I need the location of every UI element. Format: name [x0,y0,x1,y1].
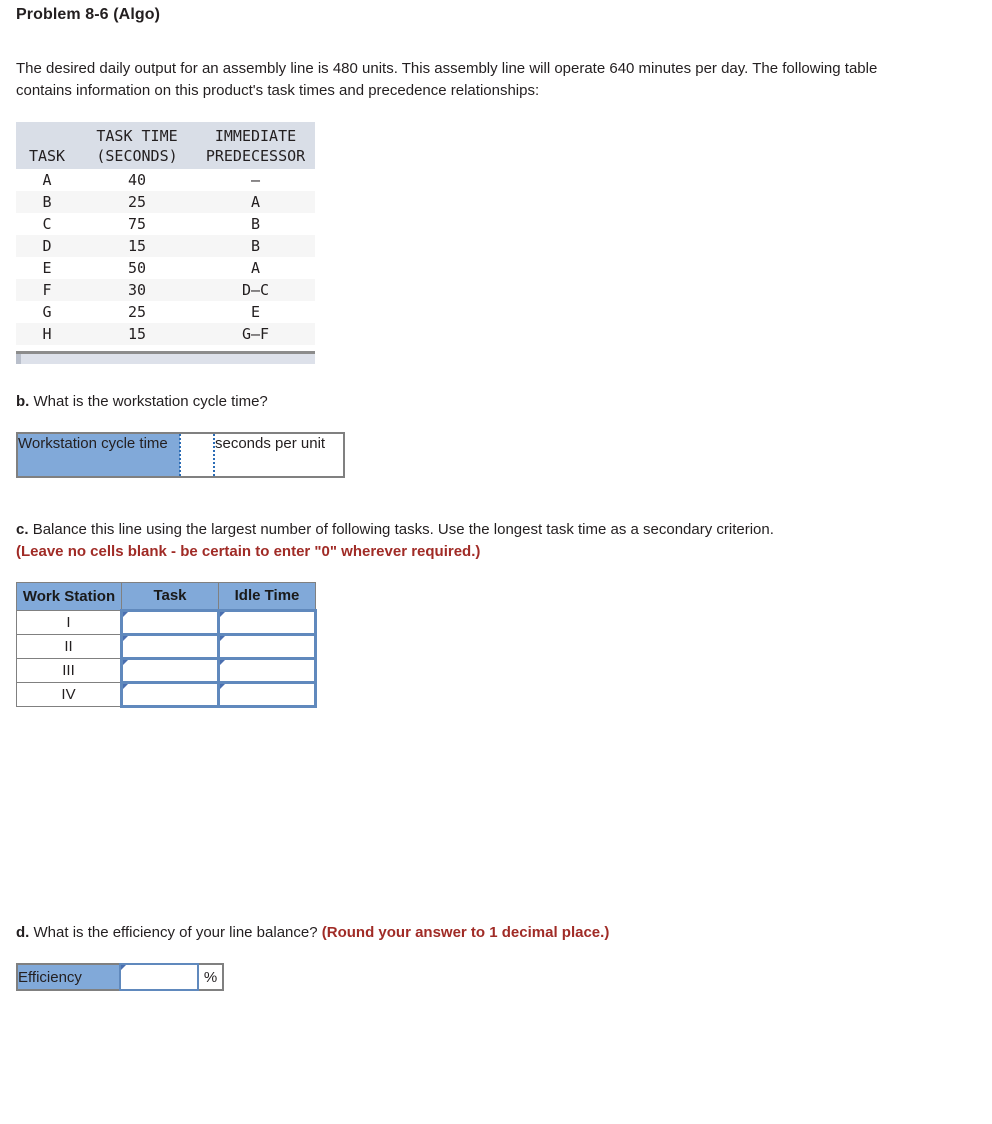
table-row: G 25 E [16,301,315,323]
header-idle-time: Idle Time [218,582,316,611]
question-b-text: What is the workstation cycle time? [33,393,268,410]
cell-task: F [16,279,78,301]
answer-row: Workstation cycle time seconds per unit [17,432,344,478]
cell-task: C [42,215,52,233]
station-1-task-input[interactable] [120,609,220,636]
page-title: Problem 8-6 (Algo) [16,6,161,23]
work-station-table-container: Work Station Task Idle Time I II III IV [16,582,992,708]
work-station-balance-table: Work Station Task Idle Time I II III IV [16,582,317,708]
workstation-cycle-time-answer-table: Workstation cycle time seconds per unit [16,432,345,478]
efficiency-label: Efficiency [17,964,120,990]
question-d: d. What is the efficiency of your line b… [0,922,992,944]
cell-predecessor: D—C [196,279,315,301]
question-b: b. What is the workstation cycle time? [0,391,992,413]
cell-predecessor: B [250,215,261,233]
problem-intro-text: The desired daily output for an assembly… [16,60,878,99]
cell-task: E [42,259,52,277]
cell-time: 15 [78,323,196,345]
table-horizontal-scrollbar[interactable] [16,351,315,364]
cell-predecessor: A [250,259,261,277]
question-c: c. Balance this line using the largest n… [0,519,992,563]
answer-row: Efficiency % [17,963,223,991]
header-work-station: Work Station [16,582,122,611]
question-c-note: (Leave no cells blank - be certain to en… [16,543,481,560]
efficiency-answer-container: Efficiency % [16,963,992,991]
table-row: I [16,609,317,636]
cell-time: 40 [127,171,147,189]
cell-task: A [42,171,52,189]
question-c-label: c. [16,521,29,538]
cell-task: D [16,235,78,257]
cell-station-number: III [16,658,122,683]
cell-task: G [42,303,52,321]
table-row: E 50 A [16,257,315,279]
table-row: III [16,657,317,684]
cell-time: 25 [127,303,147,321]
table-row: D 15 B [16,235,315,257]
cell-predecessor: B [196,235,315,257]
table-row: H 15 G—F [16,323,315,345]
answer-b-container: Workstation cycle time seconds per unit [16,432,992,478]
question-d-label: d. [16,924,30,941]
station-3-task-input[interactable] [120,657,220,684]
cell-task: B [16,191,78,213]
cell-time: 30 [78,279,196,301]
table-row: F 30 D—C [16,279,315,301]
station-2-idle-time-input[interactable] [217,633,317,660]
workstation-cycle-time-input[interactable] [179,432,215,478]
station-4-task-input[interactable] [120,681,220,708]
scrollbar-thumb[interactable] [16,354,21,364]
header-task-time: TASK TIME (SECONDS) [78,122,196,169]
efficiency-input[interactable] [119,963,199,991]
station-3-idle-time-input[interactable] [217,657,317,684]
cell-task: H [16,323,78,345]
table-row: II [16,633,317,660]
cell-station-number: I [16,610,122,635]
answer-b-unit-label: seconds per unit [214,433,344,477]
question-b-label: b. [16,393,30,410]
header-task: Task [121,582,219,611]
header-immediate-predecessor: IMMEDIATE PREDECESSOR [196,122,315,169]
efficiency-percent-unit: % [197,964,223,990]
task-precedence-table: TASK TASK TIME (SECONDS) IMMEDIATE PREDE… [16,122,315,345]
question-c-text: Balance this line using the largest numb… [32,521,774,538]
table-row: C 75 B [16,213,315,235]
question-d-note: (Round your answer to 1 decimal place.) [321,924,610,941]
cell-time: 75 [127,215,147,233]
answer-b-label: Workstation cycle time [17,433,180,477]
cell-time: 25 [78,191,196,213]
table-header-row: TASK TASK TIME (SECONDS) IMMEDIATE PREDE… [16,122,315,169]
cell-predecessor: E [250,303,261,321]
cell-predecessor: A [196,191,315,213]
cell-station-number: II [16,634,122,659]
cell-time: 50 [127,259,147,277]
problem-page: Problem 8-6 (Algo) The desired daily out… [0,0,992,991]
cell-predecessor: G—F [196,323,315,345]
station-2-task-input[interactable] [120,633,220,660]
table-row: IV [16,681,317,708]
question-d-text: What is the efficiency of your line bala… [33,924,318,941]
table-header-row: Work Station Task Idle Time [16,582,316,611]
header-task: TASK [16,122,78,169]
efficiency-answer-table: Efficiency % [16,963,224,991]
task-table-container: TASK TASK TIME (SECONDS) IMMEDIATE PREDE… [16,122,316,345]
cell-station-number: IV [16,682,122,707]
cell-predecessor: — [250,171,261,189]
table-row: B 25 A [16,191,315,213]
table-row: A 40 — [16,169,315,191]
station-4-idle-time-input[interactable] [217,681,317,708]
station-1-idle-time-input[interactable] [217,609,317,636]
cell-time: 15 [78,235,196,257]
